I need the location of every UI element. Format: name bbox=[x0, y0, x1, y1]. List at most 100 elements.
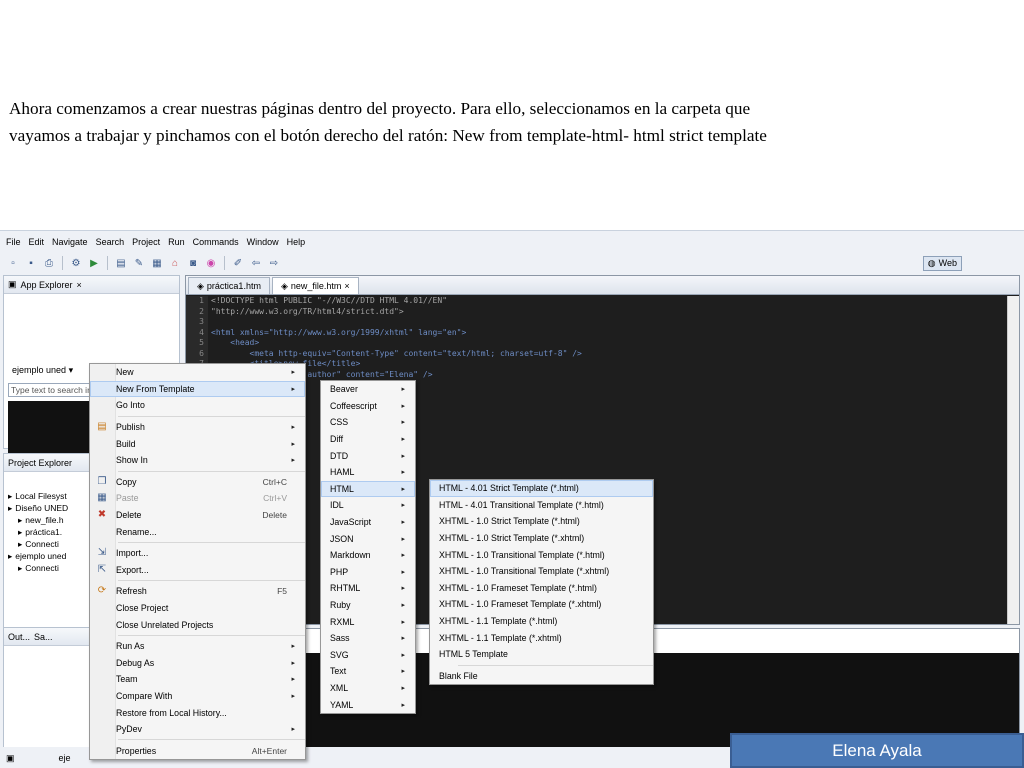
image-icon[interactable]: ◙ bbox=[186, 256, 200, 270]
html-template-xhtml-1-1-template-html[interactable]: XHTML - 1.1 Template (*.html) bbox=[430, 613, 653, 630]
menu-item-run-as[interactable]: Run As ▸ bbox=[90, 638, 305, 655]
new-icon[interactable]: ▫ bbox=[6, 256, 20, 270]
forward-icon[interactable]: ⇨ bbox=[267, 256, 281, 270]
menu-item-compare-with[interactable]: Compare With ▸ bbox=[90, 688, 305, 705]
folder-icon[interactable]: ▤ bbox=[114, 256, 128, 270]
layout-icon[interactable]: ▦ bbox=[150, 256, 164, 270]
tree-item[interactable]: ▸ Diseño UNED bbox=[8, 502, 94, 514]
template-css[interactable]: CSS ▸ bbox=[321, 414, 415, 431]
html-template-html-4-01-strict-template-html[interactable]: HTML - 4.01 Strict Template (*.html) bbox=[430, 480, 653, 497]
template-coffeescript[interactable]: Coffeescript ▸ bbox=[321, 398, 415, 415]
menu-item-team[interactable]: Team ▸ bbox=[90, 671, 305, 688]
tree-item[interactable]: ▸ Local Filesyst bbox=[8, 490, 94, 502]
html-template-xhtml-1-1-template-xhtml[interactable]: XHTML - 1.1 Template (*.xhtml) bbox=[430, 629, 653, 646]
color-wheel-icon[interactable]: ◉ bbox=[204, 256, 218, 270]
submenu-arrow-icon: ▸ bbox=[401, 535, 405, 543]
menu-item-label: Close Project bbox=[116, 603, 169, 614]
template-markdown[interactable]: Markdown ▸ bbox=[321, 547, 415, 564]
print-icon[interactable]: ⎙ bbox=[42, 256, 56, 270]
delete-icon: ✖ bbox=[97, 508, 107, 520]
project-explorer-title[interactable]: Project Explorer bbox=[8, 458, 72, 468]
html-template-xhtml-1-0-transitional-template-html[interactable]: XHTML - 1.0 Transitional Template (*.htm… bbox=[430, 546, 653, 563]
app-explorer-title[interactable]: App Explorer bbox=[21, 280, 73, 290]
back-icon[interactable]: ⇦ bbox=[249, 256, 263, 270]
menu-item-paste[interactable]: ▦ Paste Ctrl+V bbox=[90, 490, 305, 507]
menu-commands[interactable]: Commands bbox=[193, 235, 239, 249]
template-php[interactable]: PHP ▸ bbox=[321, 564, 415, 581]
home-icon[interactable]: ⌂ bbox=[168, 256, 182, 270]
wand-icon[interactable]: ✎ bbox=[132, 256, 146, 270]
menu-item-debug-as[interactable]: Debug As ▸ bbox=[90, 655, 305, 672]
menu-item-go-into[interactable]: Go Into bbox=[90, 397, 305, 414]
template-sass[interactable]: Sass ▸ bbox=[321, 630, 415, 647]
menu-item-show-in[interactable]: Show In ▸ bbox=[90, 452, 305, 469]
html-template-xhtml-1-0-strict-template-html[interactable]: XHTML - 1.0 Strict Template (*.html) bbox=[430, 513, 653, 530]
menu-item-rename[interactable]: Rename... bbox=[90, 523, 305, 540]
menu-item-build[interactable]: Build ▸ bbox=[90, 435, 305, 452]
tree-item[interactable]: ▸ ejemplo uned bbox=[8, 550, 94, 562]
html-template-blank-file[interactable]: Blank File bbox=[430, 668, 653, 685]
template-javascript[interactable]: JavaScript ▸ bbox=[321, 514, 415, 531]
tree-item[interactable]: ▸ Connecti bbox=[8, 562, 94, 574]
html-template-xhtml-1-0-frameset-template-xhtml[interactable]: XHTML - 1.0 Frameset Template (*.xhtml) bbox=[430, 596, 653, 613]
template-haml[interactable]: HAML ▸ bbox=[321, 464, 415, 481]
menu-item-close-project[interactable]: Close Project bbox=[90, 600, 305, 617]
menu-item-properties[interactable]: Properties Alt+Enter bbox=[90, 742, 305, 759]
template-rxml[interactable]: RXML ▸ bbox=[321, 613, 415, 630]
menu-navigate[interactable]: Navigate bbox=[52, 235, 88, 249]
menu-item-new-from-template[interactable]: New From Template ▸ bbox=[90, 380, 305, 398]
build-icon[interactable]: ⚙ bbox=[69, 256, 83, 270]
template-yaml[interactable]: YAML ▸ bbox=[321, 696, 415, 713]
html-template-xhtml-1-0-frameset-template-html[interactable]: XHTML - 1.0 Frameset Template (*.html) bbox=[430, 580, 653, 597]
template-idl[interactable]: IDL ▸ bbox=[321, 497, 415, 514]
editor-scrollbar[interactable] bbox=[1007, 296, 1019, 624]
template-svg[interactable]: SVG ▸ bbox=[321, 647, 415, 664]
menu-file[interactable]: File bbox=[6, 235, 21, 249]
menu-item-close-unrelated-projects[interactable]: Close Unrelated Projects bbox=[90, 616, 305, 633]
tab-outline[interactable]: Out... bbox=[8, 632, 30, 642]
menu-item-pydev[interactable]: PyDev ▸ bbox=[90, 721, 305, 738]
tree-item[interactable]: ▸ Connecti bbox=[8, 538, 94, 550]
menu-item-delete[interactable]: ✖ Delete Delete bbox=[90, 507, 305, 524]
submenu-arrow-icon: ▸ bbox=[401, 568, 405, 576]
html-template-html-5-template[interactable]: HTML 5 Template bbox=[430, 646, 653, 663]
template-text[interactable]: Text ▸ bbox=[321, 663, 415, 680]
menu-window[interactable]: Window bbox=[247, 235, 279, 249]
template-diff[interactable]: Diff ▸ bbox=[321, 431, 415, 448]
tree-item[interactable]: ▸ new_file.h bbox=[8, 514, 94, 526]
run-icon[interactable]: ▶ bbox=[87, 256, 101, 270]
menu-run[interactable]: Run bbox=[168, 235, 185, 249]
template-json[interactable]: JSON ▸ bbox=[321, 530, 415, 547]
html-template-xhtml-1-0-transitional-template-xhtml[interactable]: XHTML - 1.0 Transitional Template (*.xht… bbox=[430, 563, 653, 580]
tree-item[interactable]: ▸ práctica1. bbox=[8, 526, 94, 538]
template-ruby[interactable]: Ruby ▸ bbox=[321, 597, 415, 614]
template-xml[interactable]: XML ▸ bbox=[321, 680, 415, 697]
menu-search[interactable]: Search bbox=[96, 235, 125, 249]
html-file-icon: ◈ bbox=[197, 280, 204, 291]
template-html[interactable]: HTML ▸ bbox=[321, 480, 415, 498]
menu-item-restore-from-local-history[interactable]: Restore from Local History... bbox=[90, 704, 305, 721]
tab-samples[interactable]: Sa... bbox=[34, 632, 53, 642]
menu-item-new[interactable]: New ▸ bbox=[90, 364, 305, 381]
menu-item-publish[interactable]: ▤ Publish ▸ bbox=[90, 419, 305, 436]
menu-item-export[interactable]: ⇱ Export... bbox=[90, 562, 305, 579]
save-icon[interactable]: ▪ bbox=[24, 256, 38, 270]
menu-edit[interactable]: Edit bbox=[29, 235, 45, 249]
close-icon[interactable]: × bbox=[77, 280, 82, 290]
menu-item-import[interactable]: ⇲ Import... bbox=[90, 545, 305, 562]
menu-item-copy[interactable]: ❐ Copy Ctrl+C bbox=[90, 474, 305, 491]
template-dtd[interactable]: DTD ▸ bbox=[321, 447, 415, 464]
menu-item-refresh[interactable]: ⟳ Refresh F5 bbox=[90, 583, 305, 600]
project-select[interactable]: ejemplo uned ▾ bbox=[12, 365, 73, 376]
template-beaver[interactable]: Beaver ▸ bbox=[321, 381, 415, 398]
menu-project[interactable]: Project bbox=[132, 235, 160, 249]
menu-help[interactable]: Help bbox=[287, 235, 306, 249]
edit-icon[interactable]: ✐ bbox=[231, 256, 245, 270]
html-template-xhtml-1-0-strict-template-xhtml[interactable]: XHTML - 1.0 Strict Template (*.xhtml) bbox=[430, 530, 653, 547]
html-template-html-4-01-transitional-template-html[interactable]: HTML - 4.01 Transitional Template (*.htm… bbox=[430, 497, 653, 514]
web-perspective-button[interactable]: ◍ Web bbox=[922, 256, 962, 271]
tab-new-file[interactable]: ◈ new_file.htm × bbox=[271, 277, 359, 294]
template-rhtml[interactable]: RHTML ▸ bbox=[321, 580, 415, 597]
tab-practica1[interactable]: ◈ práctica1.htm bbox=[188, 277, 270, 294]
close-icon[interactable]: × bbox=[344, 281, 349, 291]
